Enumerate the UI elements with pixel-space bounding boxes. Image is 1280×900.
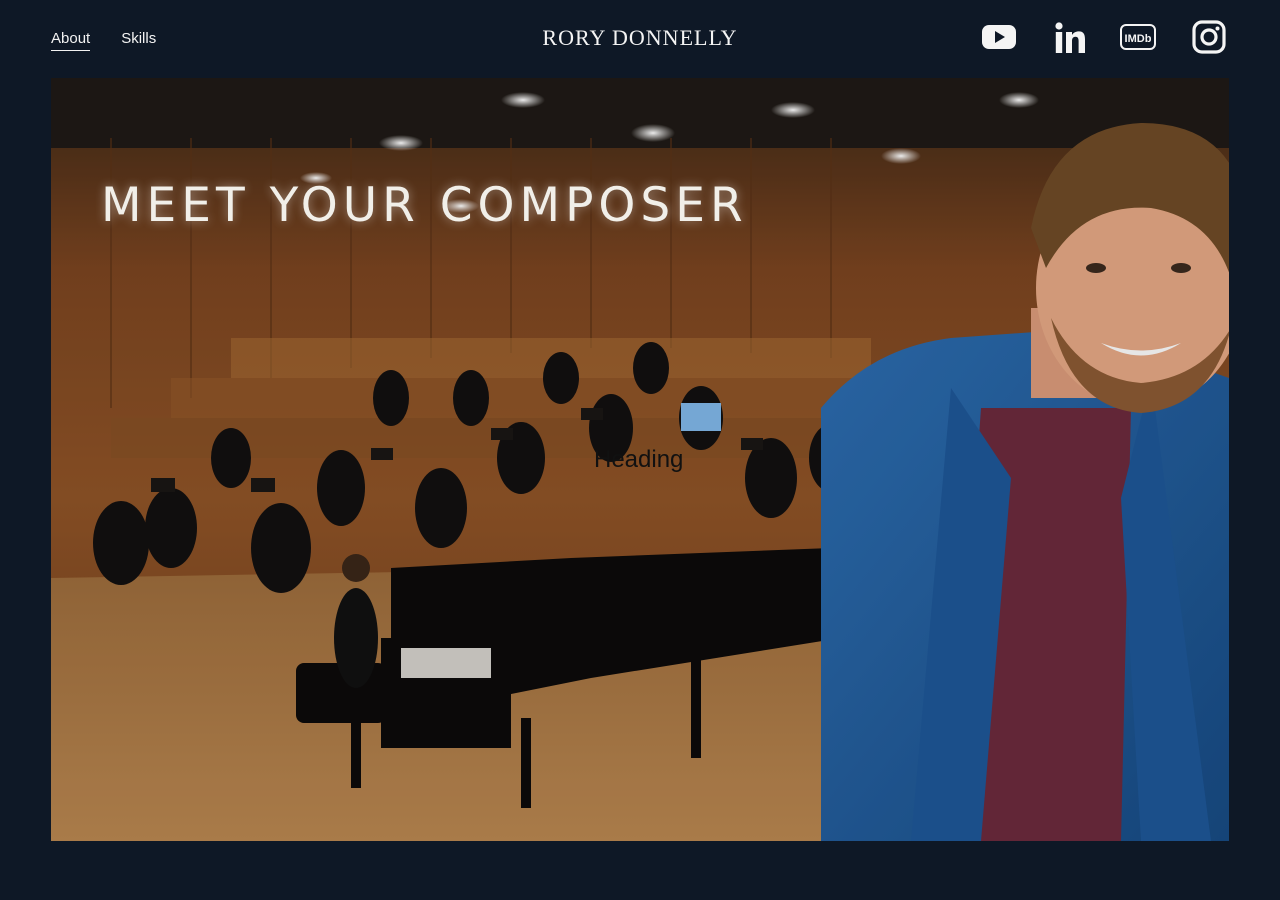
social-links: IMDb	[982, 20, 1226, 59]
linkedin-icon[interactable]	[1055, 21, 1085, 58]
nav-link-about[interactable]: About	[51, 29, 91, 51]
nav-link-skills[interactable]: Skills	[121, 29, 156, 51]
brand-name[interactable]: RORY DONNELLY	[542, 25, 737, 50]
imdb-label: IMDb	[1125, 33, 1152, 45]
site-header: About Skills RORY DONNELLY IMDb	[0, 0, 1280, 78]
imdb-icon[interactable]: IMDb	[1120, 23, 1156, 56]
instagram-icon[interactable]	[1192, 20, 1226, 59]
hero-title: MEET YOUR COMPOSER	[101, 178, 748, 233]
main-nav: About Skills	[51, 29, 156, 51]
hero-banner: MEET YOUR COMPOSER Heading	[51, 78, 1229, 841]
youtube-icon[interactable]	[982, 24, 1016, 55]
hero-heading: Heading	[594, 446, 684, 473]
